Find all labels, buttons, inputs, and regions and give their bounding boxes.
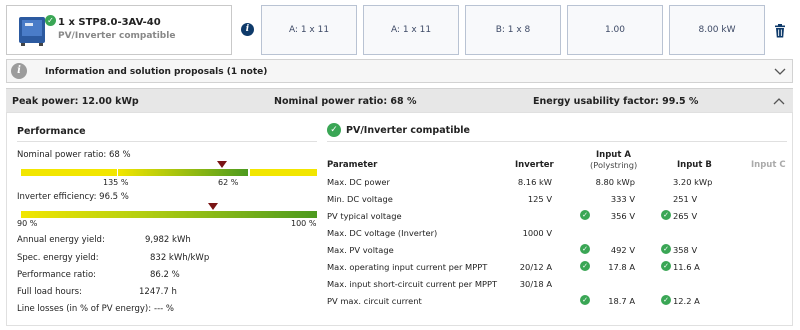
spec-yield-value: 832 kWh/kWp — [150, 253, 210, 263]
compatible-check-icon: ✓ — [45, 15, 56, 26]
annual-yield-value: 9,982 kWh — [145, 235, 191, 245]
input-a-cell: 492 V — [610, 245, 635, 255]
col-input-a: Input A — [596, 150, 631, 160]
col-input-c: Input C — [751, 160, 786, 170]
check-icon: ✓ — [661, 244, 671, 254]
input-b-cell: 11.6 A — [673, 262, 700, 272]
parameter-cell: PV max. circuit current — [327, 296, 422, 306]
line-losses-value: --- % — [154, 304, 174, 314]
trash-icon[interactable] — [774, 24, 786, 38]
efficiency-tick-right: 100 % — [291, 219, 317, 228]
spec-yield-label: Spec. energy yield: — [17, 253, 99, 263]
input-a-cell: 333 V — [610, 194, 635, 204]
input-a-cell: 8.80 kWp — [595, 177, 635, 187]
summary-bar[interactable]: Peak power: 12.00 kWp Nominal power rati… — [6, 88, 793, 112]
col-input-b: Input B — [677, 160, 712, 170]
input-b-cell: 265 V — [673, 211, 698, 221]
product-card[interactable]: ✓ 1 x STP8.0-3AV-40 PV/Inverter compatib… — [6, 5, 232, 55]
nominal-ratio-marker — [217, 161, 228, 168]
compatibility-title: PV/Inverter compatible — [346, 125, 470, 136]
annual-yield-label: Annual energy yield: — [17, 235, 105, 245]
divider — [17, 141, 317, 142]
efficiency-marker — [208, 203, 219, 210]
inverter-cell: 20/12 A — [519, 262, 552, 272]
full-load-hours-label: Full load hours: — [17, 287, 82, 297]
check-icon: ✓ — [661, 295, 671, 305]
information-bar[interactable]: i Information and solution proposals (1 … — [6, 59, 793, 83]
product-subtitle: PV/Inverter compatible — [58, 31, 176, 41]
config-box-power-limit[interactable]: 8.00 kW — [669, 5, 765, 55]
product-title: 1 x STP8.0-3AV-40 — [58, 17, 161, 28]
performance-ratio-value: 86.2 % — [150, 270, 180, 280]
nominal-tick-right: 62 % — [218, 178, 239, 187]
nominal-ratio-gauge — [21, 169, 317, 176]
config-box-string-b[interactable]: B: 1 x 8 — [465, 5, 561, 55]
inverter-cell: 8.16 kW — [517, 177, 552, 187]
details-panel: Performance Nominal power ratio: 68 % 13… — [6, 112, 793, 326]
energy-usability-factor: Energy usability factor: 99.5 % — [533, 96, 699, 107]
compatible-check-icon: ✓ — [327, 123, 341, 137]
config-box-cos-phi[interactable]: 1.00 — [567, 5, 663, 55]
info-icon[interactable]: i — [241, 23, 254, 36]
check-icon: ✓ — [661, 210, 671, 220]
divider — [327, 141, 787, 142]
parameter-cell: Max. DC power — [327, 177, 390, 187]
nominal-tick-left: 135 % — [103, 178, 129, 187]
chevron-down-icon[interactable] — [774, 68, 786, 76]
full-load-hours-value: 1247.7 h — [139, 287, 177, 297]
config-box-string-a2[interactable]: A: 1 x 11 — [363, 5, 459, 55]
parameter-cell: Max. input short-circuit current per MPP… — [327, 279, 498, 289]
input-b-cell: 251 V — [673, 194, 698, 204]
input-a-cell: 17.8 A — [608, 262, 635, 272]
inverter-cell: 125 V — [527, 194, 552, 204]
efficiency-label: Inverter efficiency: 96.5 % — [17, 192, 129, 202]
chevron-up-icon[interactable] — [773, 97, 785, 105]
nominal-power-ratio: Nominal power ratio: 68 % — [274, 96, 417, 107]
col-parameter: Parameter — [327, 160, 378, 170]
check-icon: ✓ — [661, 261, 671, 271]
information-icon: i — [11, 63, 27, 79]
input-b-cell: 358 V — [673, 245, 698, 255]
parameter-cell: Max. DC voltage (Inverter) — [327, 228, 438, 238]
efficiency-tick-left: 90 % — [17, 219, 38, 228]
input-b-cell: 3.20 kWp — [673, 177, 713, 187]
nominal-ratio-label: Nominal power ratio: 68 % — [17, 150, 131, 160]
parameter-cell: Max. PV voltage — [327, 245, 394, 255]
performance-title: Performance — [17, 126, 86, 137]
input-b-cell: 12.2 A — [673, 296, 700, 306]
parameter-cell: PV typical voltage — [327, 211, 402, 221]
config-box-string-a1[interactable]: A: 1 x 11 — [261, 5, 357, 55]
performance-ratio-label: Performance ratio: — [17, 270, 97, 280]
parameter-cell: Min. DC voltage — [327, 194, 393, 204]
input-a-cell: 356 V — [610, 211, 635, 221]
col-input-a-sub: (Polystring) — [590, 160, 638, 170]
peak-power: Peak power: 12.00 kWp — [12, 96, 139, 107]
parameter-cell: Max. operating input current per MPPT — [327, 262, 488, 272]
col-inverter: Inverter — [515, 160, 554, 170]
inverter-cell: 1000 V — [522, 228, 552, 238]
inverter-cell: 30/18 A — [519, 279, 552, 289]
input-a-cell: 18.7 A — [608, 296, 635, 306]
line-losses-label: Line losses (in % of PV energy): — [17, 304, 152, 314]
efficiency-gauge — [21, 211, 317, 218]
information-label: Information and solution proposals (1 no… — [45, 67, 268, 77]
